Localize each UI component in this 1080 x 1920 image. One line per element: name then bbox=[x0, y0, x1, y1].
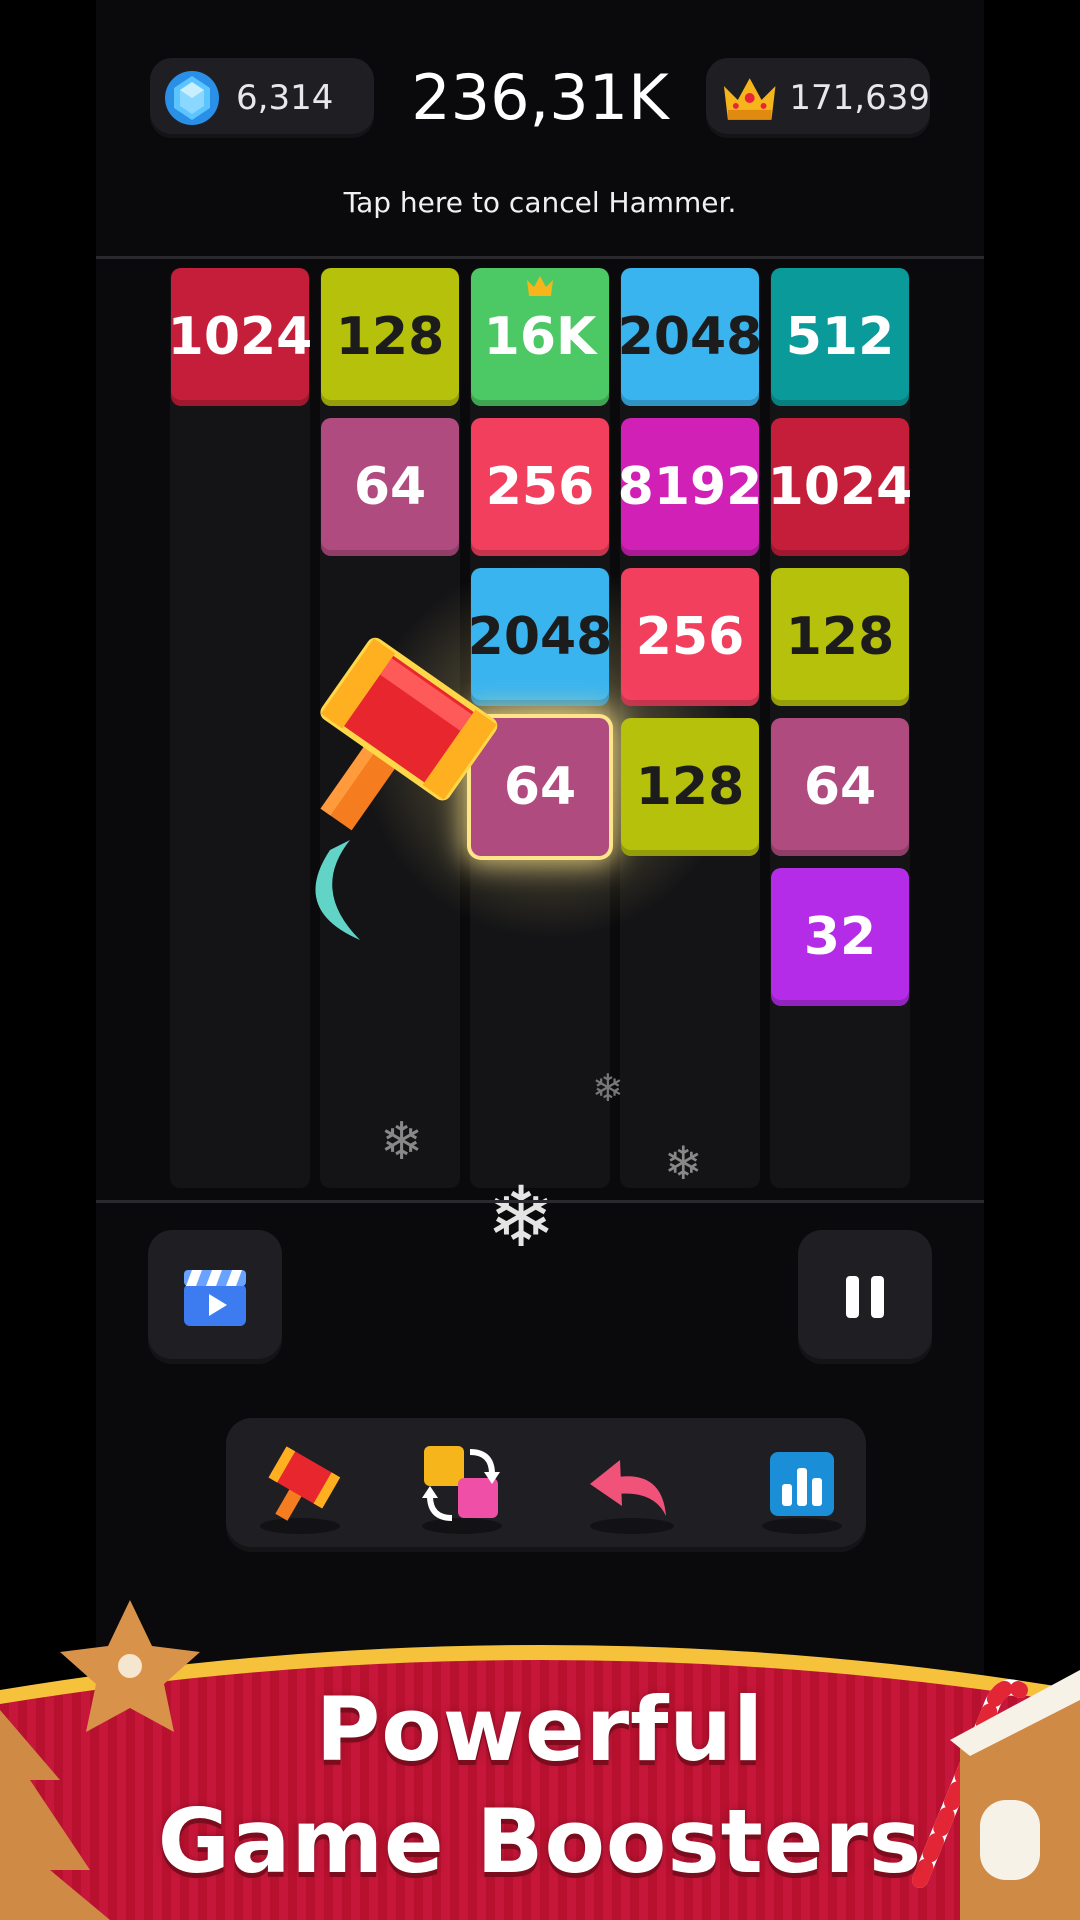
number-tile[interactable]: 64 bbox=[771, 718, 909, 856]
tile-value: 1024 bbox=[767, 457, 913, 517]
undo-booster-button[interactable] bbox=[582, 1438, 682, 1538]
pause-icon bbox=[846, 1276, 884, 1318]
banner-title-line1: Powerful bbox=[315, 1678, 765, 1781]
number-tile[interactable]: 128 bbox=[321, 268, 459, 406]
leaderboard-button[interactable] bbox=[752, 1438, 852, 1538]
number-tile[interactable]: 2048 bbox=[618, 268, 762, 406]
number-tile[interactable]: 128 bbox=[621, 718, 759, 856]
tile-value: 64 bbox=[803, 757, 877, 817]
pause-button[interactable] bbox=[798, 1230, 932, 1364]
number-tile[interactable]: 512 bbox=[771, 268, 909, 406]
number-tile[interactable]: 8192 bbox=[618, 418, 762, 556]
swap-icon bbox=[422, 1446, 502, 1534]
video-reward-button[interactable] bbox=[148, 1230, 282, 1364]
number-tile[interactable]: 1024 bbox=[168, 268, 312, 406]
board-bottom-divider bbox=[96, 1200, 984, 1203]
number-tile[interactable]: 1024 bbox=[768, 418, 912, 556]
number-tile[interactable]: 128 bbox=[771, 568, 909, 706]
crown-icon bbox=[527, 276, 553, 296]
tile-value: 2048 bbox=[617, 307, 763, 367]
snowflake-icon: ❄ bbox=[664, 1136, 703, 1190]
hammer-booster-button[interactable] bbox=[250, 1438, 350, 1538]
tile-value: 128 bbox=[635, 757, 745, 817]
tile-value: 1024 bbox=[167, 307, 313, 367]
tile-value: 32 bbox=[803, 907, 877, 967]
number-tile[interactable]: 256 bbox=[621, 568, 759, 706]
tile-value: 256 bbox=[485, 457, 595, 517]
number-tile[interactable]: 16K bbox=[471, 268, 609, 406]
hammer-cursor-icon bbox=[315, 637, 498, 940]
banner-title-line2: Game Boosters bbox=[157, 1790, 923, 1893]
tile-value: 64 bbox=[353, 457, 427, 517]
clapperboard-play-icon bbox=[184, 1270, 246, 1326]
tile-value: 256 bbox=[635, 607, 745, 667]
snowflake-icon: ❄ bbox=[380, 1112, 424, 1172]
snowflake-icon: ❄ bbox=[486, 1168, 557, 1266]
tile-value: 512 bbox=[785, 307, 895, 367]
gems-counter[interactable]: 6,314 bbox=[150, 58, 374, 138]
tile-value: 128 bbox=[785, 607, 895, 667]
current-score: 236,31K bbox=[411, 61, 669, 134]
gems-value: 6,314 bbox=[236, 78, 334, 118]
cancel-hammer-hint[interactable]: Tap here to cancel Hammer. bbox=[96, 186, 984, 219]
board-top-divider bbox=[96, 256, 984, 259]
number-tile[interactable]: 32 bbox=[771, 868, 909, 1006]
crown-icon bbox=[723, 78, 776, 120]
gem-icon bbox=[165, 71, 219, 125]
number-tile[interactable]: 64 bbox=[321, 418, 459, 556]
snowflake-icon: ❄ bbox=[592, 1066, 624, 1110]
booster-bar bbox=[226, 1418, 866, 1552]
best-score-value: 171,639 bbox=[789, 78, 930, 118]
hammer-icon bbox=[260, 1446, 341, 1534]
swap-booster-button[interactable] bbox=[412, 1438, 512, 1538]
leaderboard-icon bbox=[762, 1452, 842, 1534]
tile-value: 128 bbox=[335, 307, 445, 367]
undo-icon bbox=[590, 1460, 674, 1534]
tile-value: 8192 bbox=[617, 457, 763, 517]
best-score-counter[interactable]: 171,639 bbox=[706, 58, 930, 138]
number-tile[interactable]: 256 bbox=[471, 418, 609, 556]
tile-value: 16K bbox=[483, 307, 597, 367]
